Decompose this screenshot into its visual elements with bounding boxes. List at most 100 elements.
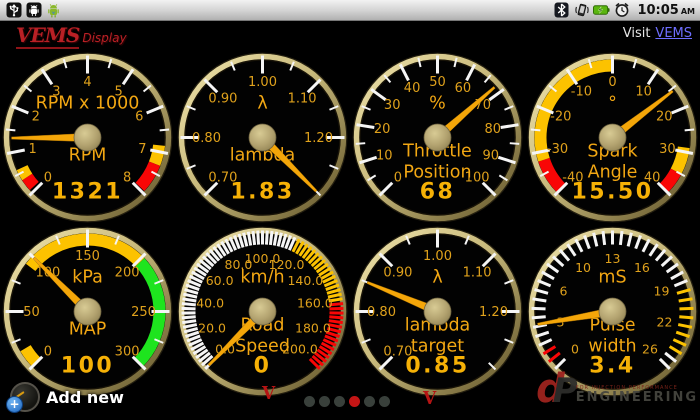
gauge-scale-label: 90 [482,148,499,163]
gauge-title: ° [608,94,617,114]
gauge-hub [74,298,101,325]
visit-row: Visit VEMS [623,26,692,41]
gauge-scale-label: 60.0 [206,273,234,288]
gauge-scale-label: 10 [376,148,393,163]
gauge-scale-label: 20.0 [198,320,226,335]
gauge-scale-label: 30 [384,98,401,113]
gauge-title: mS [598,268,626,288]
gauge-scale-label: 10 [575,260,591,275]
gauge-scale-label: 0 [571,341,579,356]
gauge-scale-label: 8 [123,171,131,186]
gauge-lambda-target[interactable]: 0.700.800.901.001.101.20λlambdatarget0.8… [350,224,525,399]
page-dot[interactable] [364,396,375,407]
vems-logo-text: VEMS [16,23,79,49]
status-bar[interactable]: 10:05AM [0,0,700,21]
gauge-hub [74,124,101,151]
gauge-hub [249,124,276,151]
gauge-title: km/h [240,268,284,288]
gauge-scale-label: 1 [28,142,36,157]
gauge-scale-label: 30 [659,142,676,157]
gauge-scale-label: 0 [394,171,402,186]
gauge-scale-label: 80 [485,122,502,137]
gauge-scale-label: 1.10 [463,265,492,280]
gauge-value: 1321 [52,180,123,205]
android-app-icon [45,2,62,18]
gauge-scale-label: 180.0 [295,320,331,335]
gauge-scale-label: 1.20 [479,305,508,320]
vems-display-logo: VEMSDisplay [16,23,127,47]
gauge-rpm[interactable]: 012345678RPM x 1000RPM1321 [0,50,175,225]
android-debug-icon [25,2,42,18]
gauge-title: λ [257,94,267,114]
gauge-value: 0 [254,354,272,379]
gauge-scale-label: 140.0 [287,273,323,288]
gauge-scale-label: 250 [131,305,156,320]
gauge-title: RPM x 1000 [36,94,140,114]
gauge-scale-label: 50 [429,75,446,90]
gauge-scale-label: -30 [547,142,568,157]
vems-v-mark: V [262,384,275,405]
gauge-scale-label: 1.20 [304,131,333,146]
vems-v-mark: V [423,389,436,410]
add-gauge-icon: + [8,382,38,412]
gauge-scale-label: 1.00 [423,249,452,264]
gauge-grid: 012345678RPM x 1000RPM13210.700.800.901.… [0,0,700,420]
page-dot[interactable] [304,396,315,407]
page-dot[interactable] [334,396,345,407]
usb-icon [5,2,22,18]
brand-name: ENGINEERING [576,391,698,404]
vems-logo-subtext: Display [82,31,126,45]
page-dot[interactable] [319,396,330,407]
gauge-scale-label: 22 [657,314,673,329]
brand-p: P [553,376,578,406]
gauge-value: 1.83 [230,180,294,205]
plus-badge-icon: + [6,396,23,413]
gauge-scale-label: 10 [635,84,652,99]
gauge-value: 68 [420,180,456,205]
gauge-scale-label: 1.10 [288,91,317,106]
visit-vems-link[interactable]: VEMS [655,26,692,41]
visit-text: Visit [623,26,651,41]
gauge-scale-label: 16 [634,260,650,275]
gauge-road-speed[interactable]: 0.020.040.060.080.0100.0120.0140.0160.01… [175,224,350,399]
page-dot-active[interactable] [349,396,360,407]
gauge-hub [599,298,626,325]
gauge-value: 100 [61,354,114,379]
gauge-scale-label: 40 [404,81,421,96]
gauge-throttle-position[interactable]: 0102030405060708090100%ThrottlePosition6… [350,50,525,225]
gauge-scale-label: 0 [608,75,616,90]
page-dot[interactable] [379,396,390,407]
dp-engineering-logo: dP FOR INJECTION PERFORMANCE ENGINEERING [536,372,698,406]
gauge-hub [424,124,451,151]
gauge-map[interactable]: 050100150200250300kPaMAP100 [0,224,175,399]
gauge-scale-label: 4 [83,75,91,90]
gauge-title: kPa [72,268,103,288]
battery-icon [593,2,610,18]
gauge-hub [249,298,276,325]
gauge-scale-label: 50 [23,305,40,320]
gauge-title: % [429,94,446,114]
add-new-button[interactable]: + Add new [8,382,124,412]
gauge-scale-label: 20 [374,122,391,137]
vibrate-icon [573,2,590,18]
gauge-spark-angle[interactable]: -40-30-20-10010203040°SparkAngle15.50 [525,50,700,225]
gauge-title: λ [432,268,442,288]
app-header: VEMSDisplay VisitVEMS [0,20,700,50]
gauge-scale-label: 0 [44,345,52,360]
gauge-lambda[interactable]: 0.700.800.901.001.101.20λlambda1.83 [175,50,350,225]
status-bar-right: 10:05AM [548,2,700,18]
page-indicator [304,396,390,407]
bluetooth-icon [553,2,570,18]
clock-text: 10:05AM [637,3,695,18]
add-new-label: Add new [46,388,124,407]
gauge-scale-label: 150 [75,249,100,264]
gauge-hub [599,124,626,151]
status-bar-left [0,2,67,18]
alarm-icon [613,2,630,18]
gauge-scale-label: 7 [138,142,146,157]
gauge-scale-label: 200 [115,265,140,280]
gauge-scale-label: 0.80 [192,131,221,146]
gauge-scale-label: 20 [656,110,673,125]
gauge-scale-label: 0 [44,171,52,186]
gauge-scale-label: 300 [115,345,140,360]
